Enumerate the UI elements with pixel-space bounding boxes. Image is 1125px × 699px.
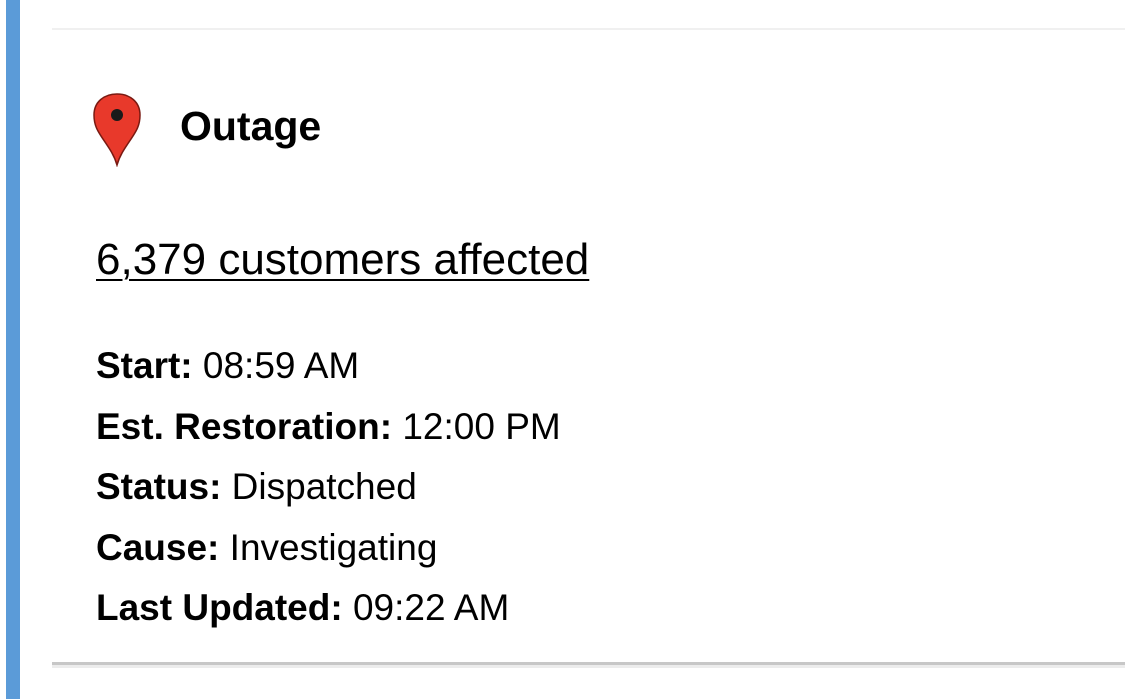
detail-label: Status:: [96, 466, 222, 507]
card-header: Outage: [92, 92, 321, 168]
detail-start: Start: 08:59 AM: [96, 340, 561, 401]
outage-card: Outage 6,379 customers affected Start: 0…: [52, 30, 1125, 664]
detail-cause: Cause: Investigating: [96, 522, 561, 583]
detail-label: Last Updated:: [96, 587, 343, 628]
detail-label: Cause:: [96, 526, 220, 568]
outage-details: Start: 08:59 AM Est. Restoration: 12:00 …: [96, 340, 561, 643]
bottom-divider-shadow: [52, 665, 1125, 668]
card-title: Outage: [180, 102, 322, 149]
detail-label: Start:: [96, 345, 193, 386]
detail-label: Est. Restoration:: [96, 405, 393, 447]
map-pin-icon: [93, 93, 141, 167]
detail-status: Status: Dispatched: [96, 461, 561, 522]
detail-last-updated: Last Updated: 09:22 AM: [96, 582, 561, 643]
detail-value: 12:00 PM: [392, 405, 561, 447]
detail-value: 09:22 AM: [342, 587, 510, 628]
detail-value: Investigating: [219, 526, 438, 568]
detail-value: Dispatched: [221, 466, 417, 507]
detail-value: 08:59 AM: [192, 345, 360, 386]
left-accent-bar: [6, 0, 20, 699]
detail-est-restoration: Est. Restoration: 12:00 PM: [96, 401, 561, 462]
customers-affected-link[interactable]: 6,379 customers affected: [96, 235, 589, 286]
